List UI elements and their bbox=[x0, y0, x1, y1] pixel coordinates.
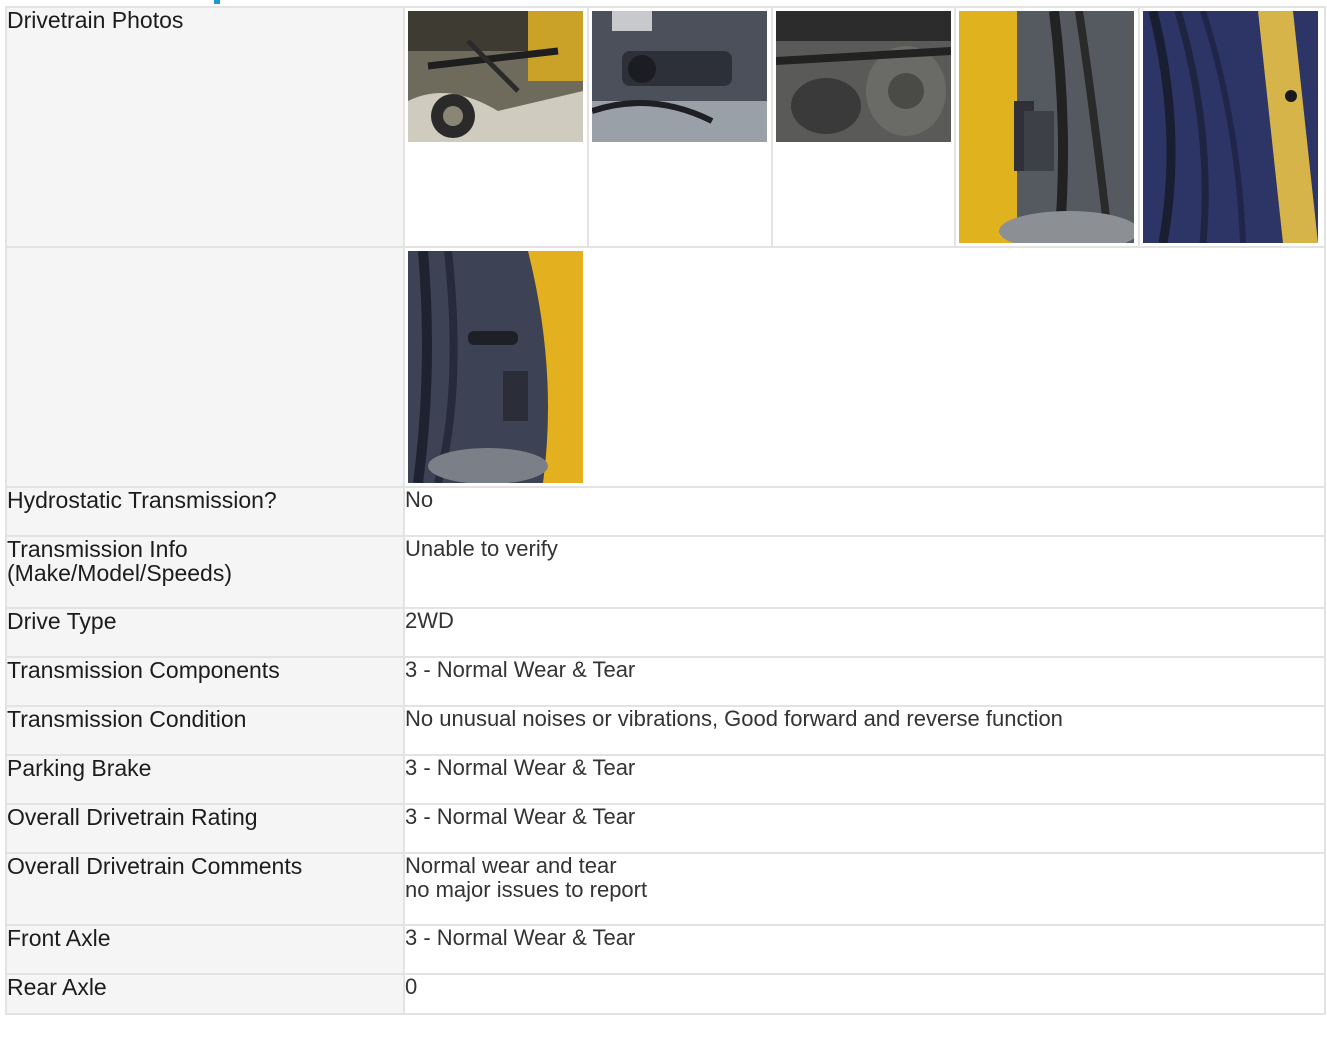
table-row: Transmission Condition No unusual noises… bbox=[5, 705, 1326, 756]
table-row: Transmission Info (Make/Model/Speeds) Un… bbox=[5, 535, 1326, 609]
table-row: Front Axle 3 - Normal Wear & Tear bbox=[5, 924, 1326, 975]
drivetrain-photo-1[interactable] bbox=[408, 11, 583, 142]
table-row: Drive Type 2WD bbox=[5, 607, 1326, 658]
row-label-line: (Make/Model/Speeds) bbox=[7, 560, 232, 586]
table-row: Hydrostatic Transmission? No bbox=[5, 486, 1326, 537]
row-value-line: no major issues to report bbox=[405, 877, 648, 902]
table-row: Transmission Components 3 - Normal Wear … bbox=[5, 656, 1326, 707]
row-value: 3 - Normal Wear & Tear bbox=[403, 656, 1326, 707]
photo-gallery bbox=[403, 6, 1326, 248]
table-row bbox=[5, 246, 1326, 488]
drivetrain-photo-5[interactable] bbox=[1143, 11, 1319, 243]
row-value: No unusual noises or vibrations, Good fo… bbox=[403, 705, 1326, 756]
row-value: Normal wear and tear no major issues to … bbox=[403, 852, 1326, 926]
row-label: Rear Axle bbox=[5, 973, 405, 1015]
row-label: Transmission Info (Make/Model/Speeds) bbox=[5, 535, 405, 609]
row-value: 3 - Normal Wear & Tear bbox=[403, 924, 1326, 975]
table-row: Overall Drivetrain Rating 3 - Normal Wea… bbox=[5, 803, 1326, 854]
photo-gallery bbox=[403, 246, 1326, 488]
row-label: Parking Brake bbox=[5, 754, 405, 805]
table-row: Rear Axle 0 bbox=[5, 973, 1326, 1015]
row-label: Front Axle bbox=[5, 924, 405, 975]
table-row: Parking Brake 3 - Normal Wear & Tear bbox=[5, 754, 1326, 805]
row-value: 3 - Normal Wear & Tear bbox=[403, 754, 1326, 805]
row-label: Overall Drivetrain Comments bbox=[5, 852, 405, 926]
row-value: No bbox=[403, 486, 1326, 537]
row-label-empty bbox=[5, 246, 405, 488]
row-label: Drive Type bbox=[5, 607, 405, 658]
row-value: 2WD bbox=[403, 607, 1326, 658]
row-value-line: Normal wear and tear bbox=[405, 853, 617, 878]
drivetrain-report-table: Drivetrain Photos Hydrostatic Transmissi… bbox=[5, 6, 1326, 1015]
section-accent-bar bbox=[214, 0, 220, 4]
table-row: Drivetrain Photos bbox=[5, 6, 1326, 248]
row-value: 3 - Normal Wear & Tear bbox=[403, 803, 1326, 854]
row-value: Unable to verify bbox=[403, 535, 1326, 609]
row-label: Drivetrain Photos bbox=[5, 6, 405, 248]
drivetrain-photo-6[interactable] bbox=[408, 251, 583, 483]
row-label: Transmission Components bbox=[5, 656, 405, 707]
row-label: Hydrostatic Transmission? bbox=[5, 486, 405, 537]
table-row: Overall Drivetrain Comments Normal wear … bbox=[5, 852, 1326, 926]
row-value: 0 bbox=[403, 973, 1326, 1015]
drivetrain-photo-4[interactable] bbox=[959, 11, 1135, 243]
drivetrain-photo-2[interactable] bbox=[591, 11, 767, 142]
drivetrain-photo-3[interactable] bbox=[775, 11, 951, 142]
row-label: Overall Drivetrain Rating bbox=[5, 803, 405, 854]
row-label-line: Transmission Info bbox=[7, 536, 188, 562]
row-label: Transmission Condition bbox=[5, 705, 405, 756]
